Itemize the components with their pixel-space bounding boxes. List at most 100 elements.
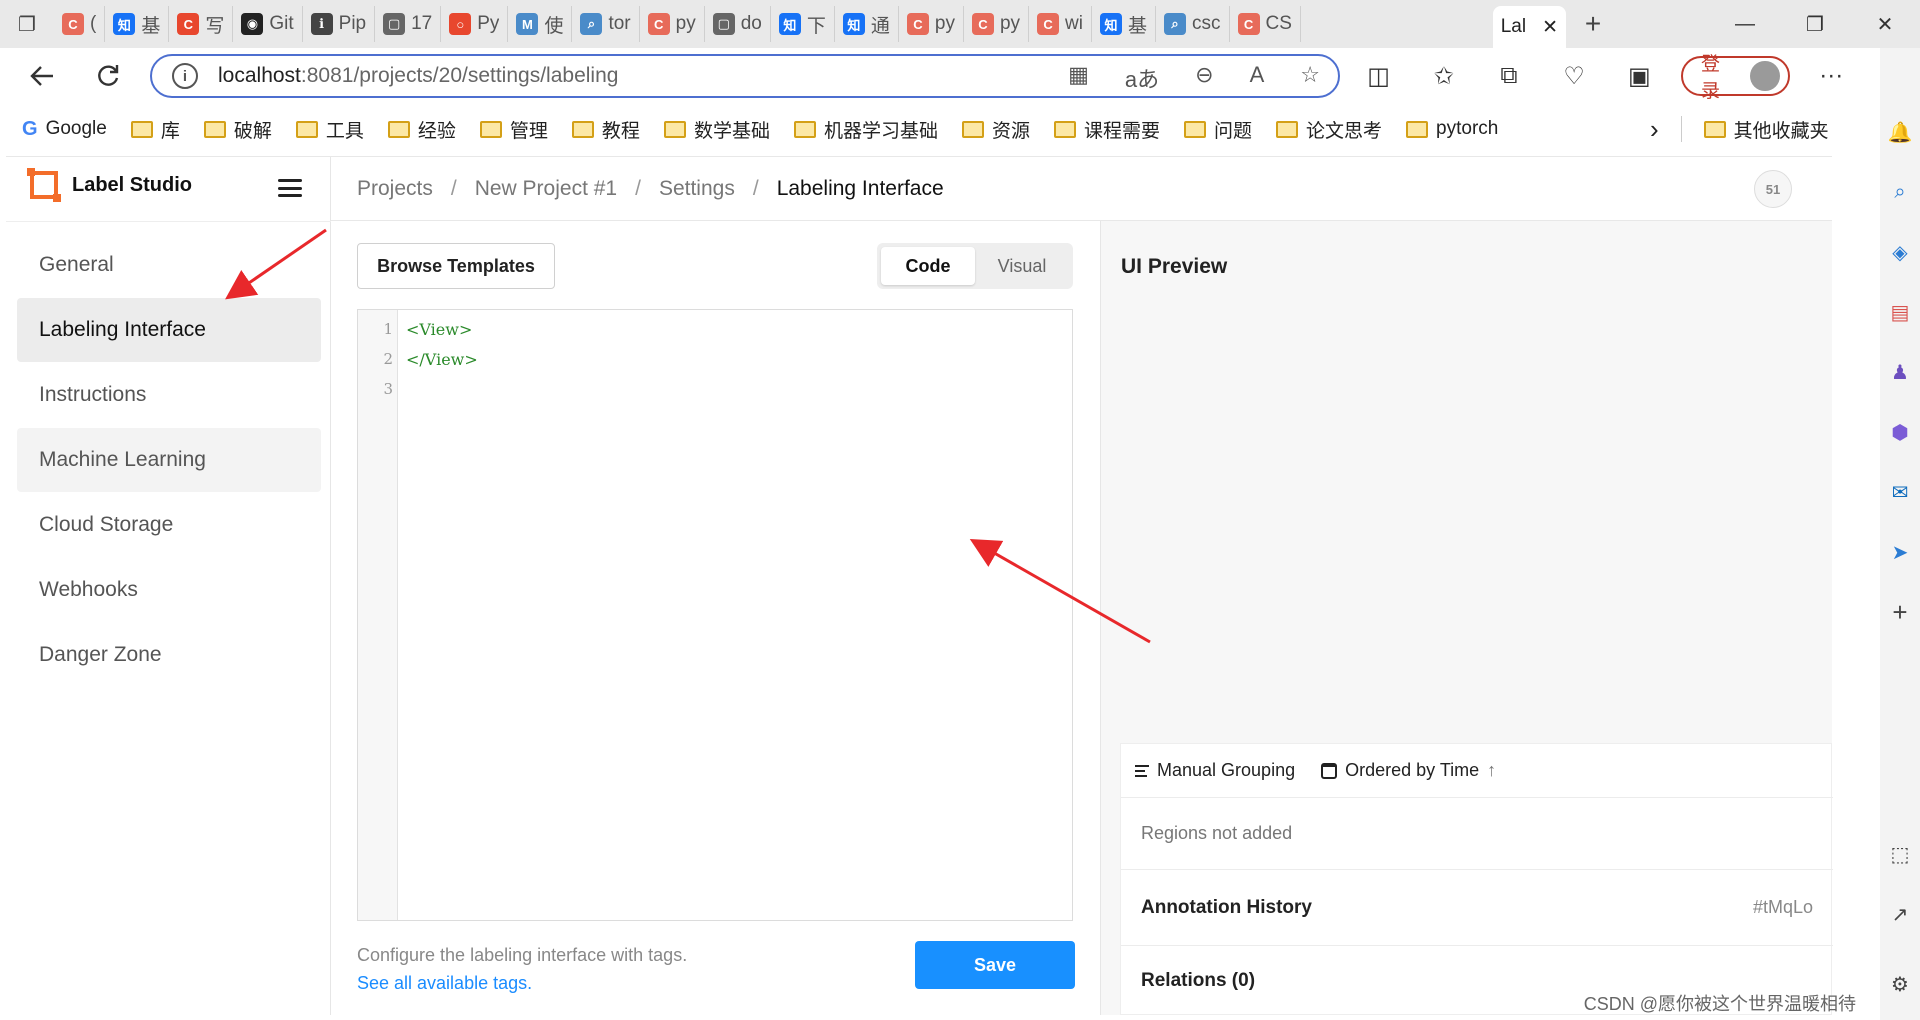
sidebar-item-machine-learning[interactable]: Machine Learning xyxy=(17,428,321,492)
open-external-icon[interactable]: ↗ xyxy=(1886,900,1914,928)
browser-tab[interactable]: ⌕ csc xyxy=(1156,6,1230,42)
browser-tab[interactable]: ⌕ tor xyxy=(572,6,640,42)
sidebar-item-cloud-storage[interactable]: Cloud Storage xyxy=(17,493,321,557)
bookmark-item[interactable]: 库 xyxy=(130,116,180,143)
bookmark-item[interactable]: 数学基础 xyxy=(663,116,770,143)
manual-grouping-toggle[interactable]: Manual Grouping xyxy=(1135,760,1295,781)
breadcrumb-project[interactable]: New Project #1 xyxy=(475,177,617,201)
brand[interactable]: Label Studio xyxy=(27,168,192,202)
shopping-tag-icon[interactable]: ◈ xyxy=(1886,238,1914,266)
read-aloud-icon[interactable]: A xyxy=(1250,62,1265,94)
outlook-icon[interactable]: ✉ xyxy=(1886,478,1914,506)
bookmark-item[interactable]: 课程需要 xyxy=(1053,116,1160,143)
bookmark-item[interactable]: 工具 xyxy=(295,116,364,143)
bookmarks-divider xyxy=(1680,116,1682,142)
translate-icon[interactable]: aあ xyxy=(1125,62,1159,94)
site-info-icon[interactable]: i xyxy=(172,63,198,89)
breadcrumb-settings[interactable]: Settings xyxy=(659,177,735,201)
bookmark-item[interactable]: 经验 xyxy=(387,116,456,143)
other-bookmarks[interactable]: 其他收藏夹 xyxy=(1703,116,1829,143)
browser-tab[interactable]: M使 xyxy=(508,6,573,42)
add-sidebar-app-icon[interactable]: + xyxy=(1886,597,1914,627)
breadcrumb-projects[interactable]: Projects xyxy=(357,177,433,201)
browser-tab[interactable]: 知基 xyxy=(105,6,170,42)
collections-icon[interactable]: ⧉ xyxy=(1485,52,1532,100)
new-tab-button[interactable]: + xyxy=(1566,0,1620,48)
games-icon[interactable]: ♟ xyxy=(1886,358,1914,386)
screenshot-icon[interactable]: ⬚ xyxy=(1886,840,1914,868)
browser-tab[interactable]: ▢ 17 xyxy=(375,6,442,42)
bookmark-item[interactable]: 问题 xyxy=(1184,116,1252,143)
ordered-by-time-sort[interactable]: Ordered by Time ↑ xyxy=(1321,760,1496,781)
login-button[interactable]: 登录 xyxy=(1680,54,1790,102)
notifications-icon[interactable]: 🔔 xyxy=(1886,118,1914,146)
send-icon[interactable]: ➤ xyxy=(1886,538,1914,566)
hint-text: Configure the labeling interface with ta… xyxy=(357,945,688,965)
browser-tab[interactable]: Cpy xyxy=(640,6,705,42)
available-tags-link[interactable]: See all available tags. xyxy=(357,969,687,997)
bookmark-item[interactable]: 论文思考 xyxy=(1276,116,1382,143)
breadcrumb-separator: / xyxy=(635,176,641,200)
bookmark-item[interactable]: 破解 xyxy=(203,116,272,143)
bookmark-label: 工具 xyxy=(325,120,364,142)
browser-tab[interactable]: 知下 xyxy=(771,6,835,42)
browser-tab[interactable]: Cpy xyxy=(964,6,1030,42)
browser-tab[interactable]: Cpy xyxy=(899,6,964,42)
browser-tab[interactable]: 知通 xyxy=(835,6,899,42)
tab-visual[interactable]: Visual xyxy=(975,247,1069,285)
browser-tab[interactable]: C( xyxy=(54,6,106,42)
user-badge[interactable]: 51 xyxy=(1754,170,1792,208)
browser-tab[interactable]: ▢ do xyxy=(705,6,771,42)
close-tab-icon[interactable]: ✕ xyxy=(1542,16,1558,39)
back-button[interactable] xyxy=(14,48,70,104)
sort-direction-icon[interactable]: ↑ xyxy=(1487,760,1496,781)
browse-templates-button[interactable]: Browse Templates xyxy=(357,243,555,289)
tools-icon[interactable]: ▤ xyxy=(1886,298,1914,326)
zoom-icon[interactable]: ⊖ xyxy=(1195,62,1213,94)
annotation-history-section[interactable]: Annotation History #tMqLo xyxy=(1121,870,1833,946)
save-button[interactable]: Save xyxy=(915,941,1075,989)
browser-tab[interactable]: ◉ Git xyxy=(233,6,303,42)
url-field[interactable]: i localhost:8081/projects/20/settings/la… xyxy=(150,54,1340,98)
bookmark-item[interactable]: 资源 xyxy=(961,116,1030,143)
browser-tab[interactable]: 知基 xyxy=(1092,6,1157,42)
browser-essentials-icon[interactable]: ♡ xyxy=(1551,52,1598,100)
search-icon[interactable]: ⌕ xyxy=(1886,178,1914,206)
sidebar-item-webhooks[interactable]: Webhooks xyxy=(17,558,321,622)
sidebar-item-general[interactable]: General xyxy=(17,233,321,297)
bookmark-item[interactable]: G Google xyxy=(22,118,107,141)
favorite-star-icon[interactable]: ☆ xyxy=(1300,62,1320,94)
bookmark-item[interactable]: 教程 xyxy=(571,116,640,143)
reload-button[interactable] xyxy=(80,48,136,104)
bookmark-item[interactable]: 机器学习基础 xyxy=(793,116,938,143)
sidebar-item-danger-zone[interactable]: Danger Zone xyxy=(17,623,321,687)
tab-favicon-icon: 知 xyxy=(113,13,136,35)
folder-icon xyxy=(1406,120,1429,138)
sidebar-item-instructions[interactable]: Instructions xyxy=(17,363,321,427)
microsoft365-icon[interactable]: ⬢ xyxy=(1886,418,1914,446)
bookmark-item[interactable]: 管理 xyxy=(479,116,548,143)
tab-favicon-icon: 知 xyxy=(778,13,801,35)
sidebar-toggle-icon[interactable]: ▣ xyxy=(1616,52,1663,100)
sidebar-item-labeling-interface[interactable]: Labeling Interface xyxy=(17,298,321,362)
minimize-button[interactable]: — xyxy=(1710,0,1780,48)
tab-code[interactable]: Code xyxy=(881,247,975,285)
close-window-button[interactable]: ✕ xyxy=(1850,0,1920,48)
tab-actions-icon[interactable]: ❐ xyxy=(0,0,54,48)
browser-tab[interactable]: C CS xyxy=(1230,6,1301,42)
hamburger-menu-icon[interactable] xyxy=(278,179,302,197)
settings-gear-icon[interactable]: ⚙ xyxy=(1886,970,1914,998)
browser-tab[interactable]: ○ Py xyxy=(441,6,509,42)
browser-tab[interactable]: C写 xyxy=(169,6,234,42)
split-screen-icon[interactable]: ◫ xyxy=(1355,52,1402,100)
favorites-icon[interactable]: ✩ xyxy=(1420,52,1467,100)
browser-tab[interactable]: ℹ Pip xyxy=(303,6,376,42)
bookmarks-overflow-icon[interactable]: › xyxy=(1650,114,1659,145)
app-grid-icon[interactable]: ▦ xyxy=(1068,62,1089,94)
more-menu-icon[interactable]: ··· xyxy=(1808,52,1855,100)
bookmark-item[interactable]: pytorch xyxy=(1406,118,1498,140)
active-tab[interactable]: Lal ✕ xyxy=(1492,6,1566,48)
browser-tab[interactable]: Cwi xyxy=(1029,6,1092,42)
code-editor[interactable]: 1 2 3 <View> </View> xyxy=(357,309,1073,921)
maximize-button[interactable]: ❐ xyxy=(1780,0,1850,48)
